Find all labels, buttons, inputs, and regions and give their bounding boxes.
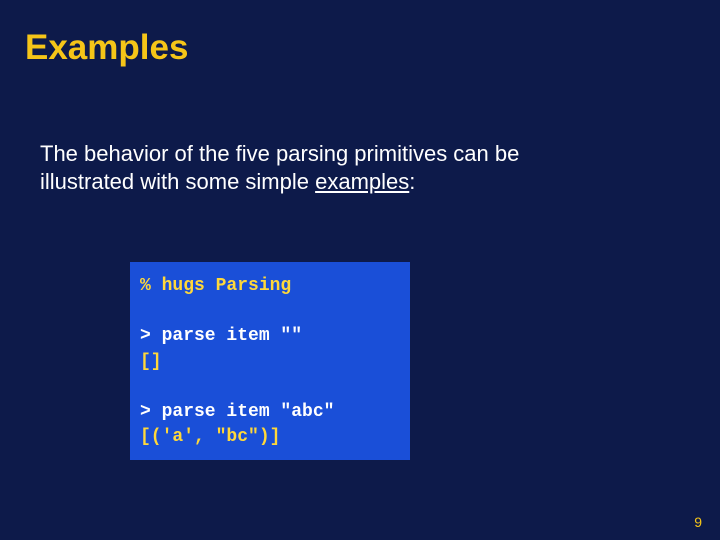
code-line-3: [] <box>140 350 400 375</box>
body-line-2-post: : <box>409 169 415 194</box>
code-blank-1 <box>140 299 400 324</box>
code-blank-2 <box>140 375 400 400</box>
slide: Examples The behavior of the five parsin… <box>0 0 720 540</box>
code-block: % hugs Parsing > parse item "" [] > pars… <box>130 262 410 460</box>
code-line-4: > parse item "abc" <box>140 400 400 425</box>
code-line-5: [('a', "bc")] <box>140 425 400 450</box>
page-number: 9 <box>694 514 702 530</box>
examples-link[interactable]: examples <box>315 169 409 194</box>
body-text: The behavior of the five parsing primiti… <box>40 140 680 196</box>
slide-title: Examples <box>25 28 188 68</box>
body-line-2-pre: illustrated with some simple <box>40 169 315 194</box>
code-line-1: % hugs Parsing <box>140 274 400 299</box>
body-line-1: The behavior of the five parsing primiti… <box>40 141 519 166</box>
code-line-2: > parse item "" <box>140 324 400 349</box>
